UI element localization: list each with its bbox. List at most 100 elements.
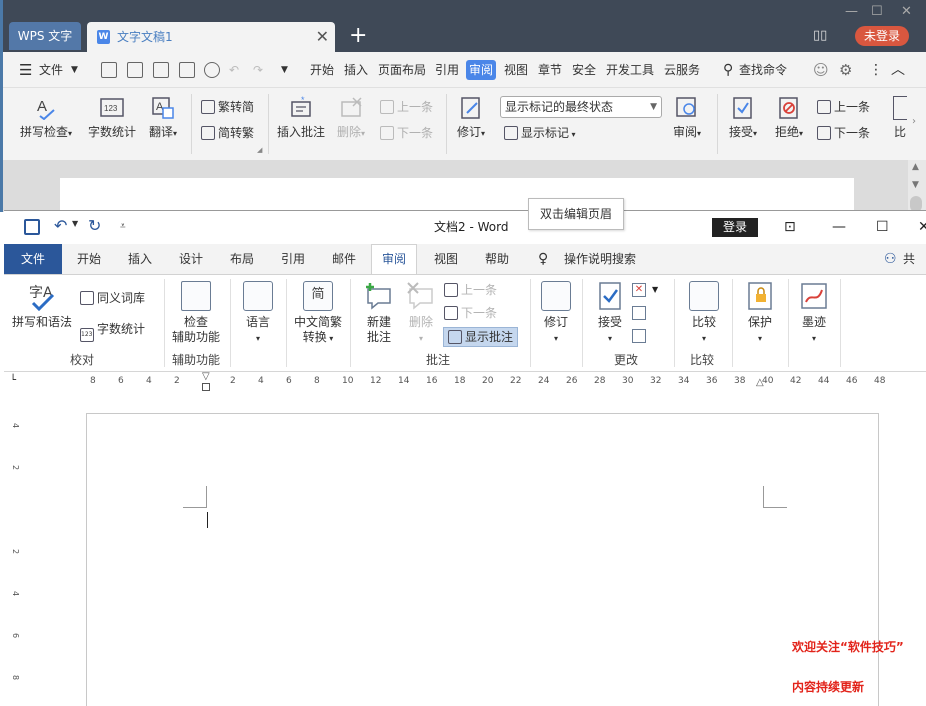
- next-change-icon[interactable]: [632, 329, 646, 343]
- wps-translate-button[interactable]: A 翻译▾: [143, 96, 183, 140]
- tab-review[interactable]: 审阅: [371, 244, 418, 275]
- word-login-button[interactable]: 登录: [712, 218, 758, 237]
- chinese-conversion-button[interactable]: 简 中文简繁 转换 ▾: [290, 281, 346, 346]
- chevron-down-icon[interactable]: ▼: [652, 285, 658, 294]
- wps-accept-button[interactable]: 接受▾: [723, 96, 763, 140]
- tab-mailings[interactable]: 邮件: [332, 244, 356, 274]
- wps-app-tab[interactable]: WPS 文字: [9, 22, 81, 50]
- check-accessibility-button[interactable]: 检查 辅助功能: [168, 281, 224, 345]
- wps-menu-devtools[interactable]: 开发工具: [606, 52, 654, 88]
- next-comment-button[interactable]: 下一条: [444, 304, 497, 322]
- redo-icon[interactable]: ↻: [88, 216, 101, 235]
- show-comments-toggle[interactable]: 显示批注: [443, 327, 519, 347]
- wps-doc-tab[interactable]: W 文字文稿1 ✕: [87, 22, 335, 52]
- print-preview-icon[interactable]: [204, 62, 220, 78]
- wps-trad-to-simp-button[interactable]: 繁转简: [201, 98, 254, 116]
- customize-quick-access-icon[interactable]: ⩡: [120, 221, 126, 232]
- ribbon-display-options-icon[interactable]: ⊡: [784, 211, 796, 244]
- reject-change-icon[interactable]: ✕: [632, 283, 646, 297]
- gear-icon[interactable]: ⚙: [839, 52, 852, 88]
- quick-access-dropdown-icon[interactable]: ▼: [281, 52, 288, 88]
- wps-menu-view[interactable]: 视图: [504, 52, 528, 88]
- tab-home[interactable]: 开始: [77, 244, 101, 274]
- maximize-icon[interactable]: ☐: [871, 4, 883, 19]
- undo-dropdown-icon[interactable]: ▼: [72, 219, 78, 228]
- ink-button[interactable]: 墨迹 ▾: [794, 281, 834, 346]
- wps-vertical-scrollbar[interactable]: ▲ ▼: [908, 160, 926, 212]
- word-document-page[interactable]: [86, 413, 879, 706]
- tab-insert[interactable]: 插入: [128, 244, 152, 274]
- wps-next-comment-button[interactable]: 下一条: [380, 124, 433, 142]
- wps-prev-comment-button[interactable]: 上一条: [380, 98, 433, 116]
- previous-comment-button[interactable]: 上一条: [444, 281, 497, 299]
- left-indent-marker[interactable]: [202, 383, 210, 391]
- hamburger-menu-icon[interactable]: ☰: [19, 52, 32, 88]
- wps-search-command[interactable]: 查找命令: [739, 52, 787, 88]
- wps-insert-comment-button[interactable]: * 插入批注: [275, 96, 327, 140]
- wps-next-change-button[interactable]: 下一条: [817, 124, 870, 142]
- wps-login-button[interactable]: 未登录: [855, 26, 909, 46]
- wps-menu-layout[interactable]: 页面布局: [378, 52, 426, 88]
- tab-help[interactable]: 帮助: [485, 244, 509, 274]
- wps-review-pane-button[interactable]: 审阅▾: [667, 96, 707, 140]
- wps-spellcheck-button[interactable]: A 拼写检查▾: [15, 96, 77, 140]
- wps-menu-start[interactable]: 开始: [310, 52, 334, 88]
- wps-compare-button[interactable]: 比: [893, 96, 907, 140]
- close-tab-icon[interactable]: ✕: [316, 22, 329, 52]
- wps-menu-cloud[interactable]: 云服务: [664, 52, 700, 88]
- undo-icon[interactable]: ↶: [54, 216, 67, 235]
- protect-button[interactable]: 保护 ▾: [740, 281, 780, 346]
- feedback-icon[interactable]: ☺: [813, 52, 829, 88]
- track-changes-button[interactable]: 修订 ▾: [536, 281, 576, 346]
- wps-markup-display-select[interactable]: 显示标记的最终状态 ▼: [500, 96, 662, 118]
- pdf-export-icon[interactable]: [153, 62, 169, 78]
- print-icon[interactable]: [179, 62, 195, 78]
- wps-revise-button[interactable]: 修订▾: [453, 96, 489, 140]
- save-icon[interactable]: [24, 219, 40, 235]
- tab-view[interactable]: 视图: [434, 244, 458, 274]
- spelling-grammar-button[interactable]: 字A 拼写和语法: [10, 281, 74, 330]
- wps-menu-insert[interactable]: 插入: [344, 52, 368, 88]
- dialog-launcher-icon[interactable]: ◢: [257, 146, 262, 154]
- wps-menu-review[interactable]: 审阅: [466, 60, 497, 80]
- scroll-down-icon[interactable]: ▼: [912, 180, 919, 190]
- open-folder-icon[interactable]: [101, 62, 117, 78]
- chevron-down-icon[interactable]: ▼: [71, 52, 78, 88]
- new-tab-icon[interactable]: +: [349, 24, 367, 48]
- tab-layout[interactable]: 布局: [230, 244, 254, 274]
- ribbon-scroll-right-icon[interactable]: ›: [912, 116, 916, 127]
- wps-file-menu[interactable]: 文件: [39, 52, 63, 88]
- previous-change-icon[interactable]: [632, 306, 646, 320]
- wps-menu-security[interactable]: 安全: [572, 52, 596, 88]
- wps-reject-button[interactable]: 拒绝▾: [769, 96, 809, 140]
- minimize-icon[interactable]: —: [845, 4, 858, 19]
- redo-icon[interactable]: ↷: [253, 52, 263, 88]
- search-icon[interactable]: ⚲: [723, 52, 733, 88]
- wps-show-markup-button[interactable]: 显示标记 ▾: [504, 124, 576, 144]
- accept-change-button[interactable]: 接受 ▾: [590, 281, 630, 346]
- tab-design[interactable]: 设计: [179, 244, 203, 274]
- tab-references[interactable]: 引用: [281, 244, 305, 274]
- delete-comment-button[interactable]: 删除 ▾: [404, 281, 438, 346]
- tell-me-search[interactable]: 操作说明搜索: [564, 244, 636, 274]
- tab-file[interactable]: 文件: [4, 244, 62, 274]
- undo-icon[interactable]: ↶: [229, 52, 239, 88]
- maximize-icon[interactable]: ☐: [876, 211, 889, 244]
- right-indent-marker[interactable]: △: [756, 377, 764, 388]
- thesaurus-button[interactable]: 同义词库: [80, 289, 145, 307]
- scroll-up-icon[interactable]: ▲: [912, 162, 919, 172]
- minimize-icon[interactable]: —: [832, 211, 846, 244]
- close-window-icon[interactable]: ✕: [901, 4, 912, 19]
- word-count-button[interactable]: 123 字数统计: [80, 320, 145, 342]
- compare-button[interactable]: 比较 ▾: [684, 281, 724, 346]
- close-window-icon[interactable]: ✕: [918, 211, 926, 244]
- collapse-ribbon-icon[interactable]: ︿: [891, 52, 905, 88]
- wps-menu-section[interactable]: 章节: [538, 52, 562, 88]
- wps-menu-reference[interactable]: 引用: [435, 52, 459, 88]
- language-button[interactable]: 语言 ▾: [236, 281, 280, 346]
- tab-selector[interactable]: └: [10, 374, 22, 388]
- wps-prev-change-button[interactable]: 上一条: [817, 98, 870, 116]
- more-options-icon[interactable]: ⋮: [869, 52, 883, 88]
- window-layout-icon[interactable]: ▯▯: [813, 28, 827, 43]
- first-line-indent-marker[interactable]: ▽: [202, 371, 210, 382]
